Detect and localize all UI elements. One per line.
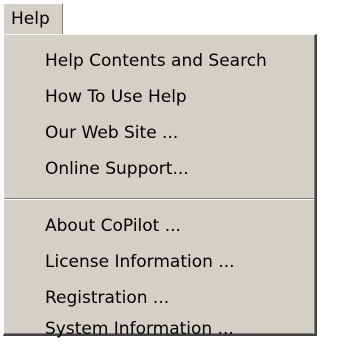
menu-item-system-information[interactable]: System Information ... xyxy=(4,314,314,344)
menu-separator xyxy=(5,198,314,200)
menu-item-license-information[interactable]: License Information ... xyxy=(4,247,314,277)
menu-bar: Help xyxy=(0,0,339,38)
help-dropdown-menu: Help Contents and Search How To Use Help… xyxy=(3,34,317,339)
menu-item-help-contents[interactable]: Help Contents and Search xyxy=(4,46,314,76)
menu-item-about-copilot[interactable]: About CoPilot ... xyxy=(4,211,314,241)
menu-item-how-to-use-help[interactable]: How To Use Help xyxy=(4,82,314,112)
help-menu-title[interactable]: Help xyxy=(3,3,63,35)
menu-item-our-web-site[interactable]: Our Web Site ... xyxy=(4,118,314,148)
menu-item-registration[interactable]: Registration ... xyxy=(4,283,314,313)
menu-item-online-support[interactable]: Online Support... xyxy=(4,154,314,184)
